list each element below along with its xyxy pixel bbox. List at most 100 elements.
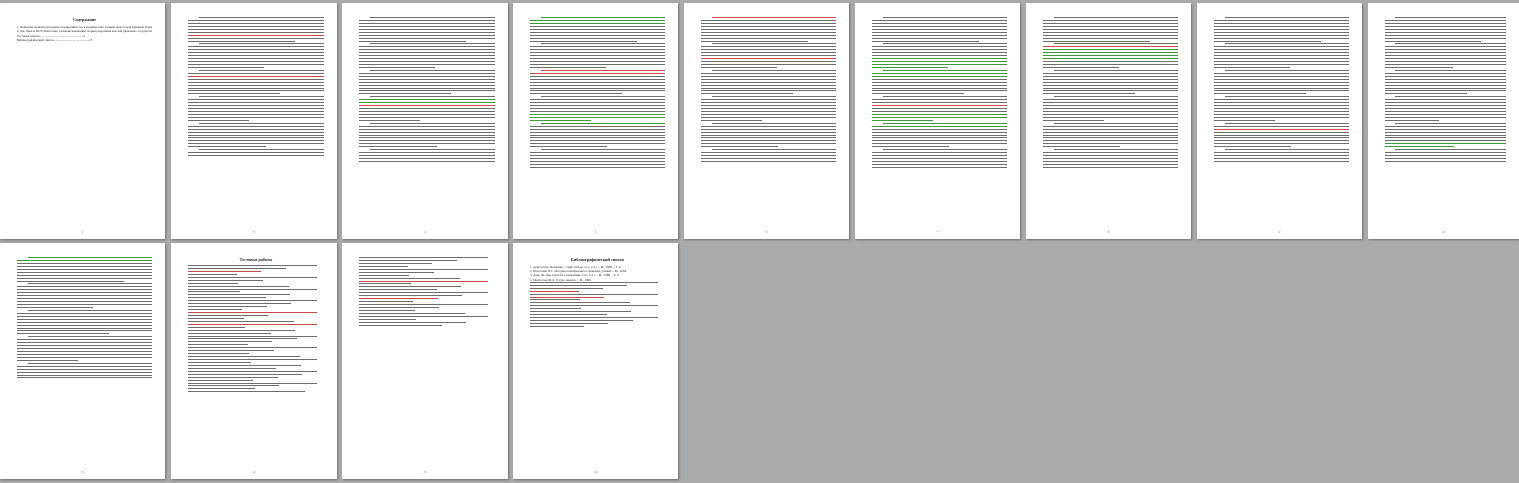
text-line: [701, 90, 836, 92]
document-page-12: 13: [342, 243, 508, 479]
text-line: [701, 37, 836, 39]
text-line: [1385, 64, 1506, 65]
text-line: [1214, 93, 1306, 95]
text-line: [1385, 125, 1506, 127]
text-line: [188, 288, 318, 290]
text-line: [1214, 87, 1349, 89]
text-line: [188, 28, 324, 30]
text-line: [17, 377, 152, 379]
text-line: [17, 298, 152, 300]
text-line: [701, 93, 793, 95]
text-line: [198, 43, 324, 45]
text-line: [530, 125, 665, 127]
text-line: [188, 108, 324, 109]
text-line: [17, 259, 152, 261]
document-page-4: 5: [513, 3, 678, 239]
text-line: [1214, 22, 1349, 24]
text-line: [188, 99, 324, 101]
text-line: [359, 28, 495, 30]
text-line: [188, 344, 248, 346]
text-line: [1214, 158, 1349, 159]
text-line: [188, 25, 324, 27]
text-line: [17, 356, 152, 358]
document-page-8: 9: [1197, 3, 1362, 239]
text-line: [530, 46, 665, 48]
toc-entry[interactable]: 2. Дж. Локк и Ш.Л. Монтескье: развитие к…: [17, 29, 152, 33]
text-line: [17, 324, 152, 326]
text-line: [872, 131, 1007, 133]
text-line: [369, 149, 495, 151]
text-line: [188, 140, 324, 142]
text-line: [188, 270, 262, 272]
text-line: [701, 55, 836, 57]
text-line: [188, 58, 324, 60]
text-line: [359, 155, 495, 156]
text-line: [530, 163, 665, 165]
text-line: [701, 22, 836, 24]
text-line: [1385, 49, 1506, 51]
text-line: [359, 306, 440, 308]
text-line: [1043, 131, 1178, 133]
page-number: 2: [81, 230, 84, 234]
text-line: [1043, 64, 1178, 65]
text-line: [872, 61, 1007, 62]
text-line: [359, 140, 495, 142]
text-line: [1385, 40, 1481, 42]
text-line: [701, 125, 836, 127]
text-line: [1385, 93, 1468, 95]
text-line: [188, 111, 324, 112]
text-line: [701, 143, 836, 145]
text-line: [359, 295, 463, 297]
text-line: [359, 274, 410, 276]
text-line: [1214, 75, 1349, 77]
text-line: [27, 336, 152, 338]
text-line: [1385, 152, 1506, 154]
text-line: [188, 102, 324, 104]
text-line: [530, 55, 665, 57]
text-line: [188, 359, 318, 360]
text-line: [1214, 146, 1291, 148]
text-body: [1385, 17, 1506, 227]
document-page-6: 7: [855, 3, 1020, 239]
text-line: [872, 146, 949, 148]
text-line: [1214, 160, 1349, 162]
text-line: [359, 108, 495, 109]
text-line: [530, 311, 632, 313]
text-line: [1214, 143, 1349, 145]
text-line: [1043, 116, 1178, 118]
text-line: [359, 125, 495, 127]
text-line: [530, 49, 665, 51]
text-line: [1214, 102, 1349, 104]
text-line: [359, 49, 495, 51]
text-line: [359, 143, 495, 145]
text-line: [17, 318, 152, 320]
text-line: [872, 46, 1007, 48]
text-line: [17, 301, 152, 302]
text-line: [1394, 69, 1506, 71]
text-line: [359, 105, 495, 107]
text-line: [1214, 155, 1349, 156]
text-body: [188, 265, 324, 393]
text-line: [882, 17, 1007, 18]
document-page-1: Содержание 1. Правовые понятия категории…: [0, 3, 165, 239]
text-line: [188, 40, 296, 42]
text-line: [359, 84, 495, 86]
text-line: [1043, 105, 1178, 107]
text-line: [359, 75, 495, 77]
text-line: [359, 298, 438, 300]
text-body: [872, 17, 1007, 227]
text-line: [1214, 131, 1349, 133]
text-line: [1214, 25, 1349, 27]
text-line: [872, 108, 1007, 109]
text-line: [1043, 140, 1178, 142]
toc-entry[interactable]: Библиографический список................…: [17, 38, 152, 42]
text-line: [359, 99, 495, 101]
text-line: [1394, 122, 1506, 124]
document-page-13: Библиографический список 1. Аристотель. …: [513, 243, 678, 479]
document-page-11: Тестовые работы 12: [171, 243, 337, 479]
text-line: [188, 382, 318, 384]
page-title: Тестовые работы: [239, 257, 273, 262]
text-line: [17, 339, 152, 341]
text-line: [188, 93, 281, 95]
text-line: [530, 314, 607, 316]
